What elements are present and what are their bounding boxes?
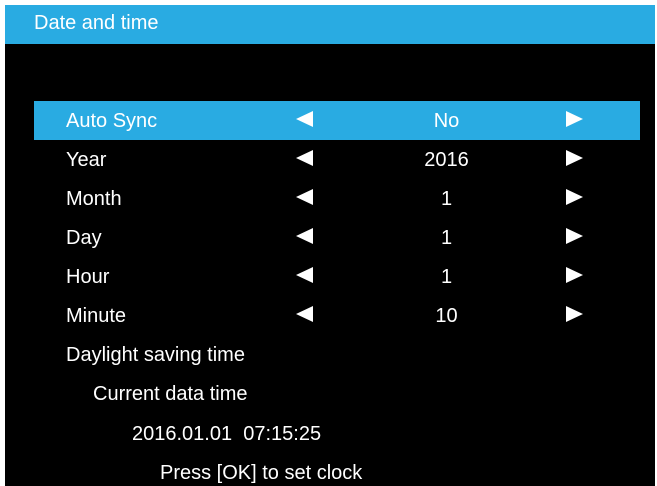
menu-row-year[interactable]: Year 2016: [34, 140, 640, 179]
menu-row-value: 1: [440, 227, 453, 249]
menu-row-month[interactable]: Month 1: [34, 179, 640, 218]
menu-row-label: Daylight saving time: [66, 344, 245, 366]
right-triangle-icon[interactable]: [566, 189, 583, 205]
menu-row-value: 1: [440, 188, 453, 210]
menu-row-daylight-saving[interactable]: Daylight saving time: [34, 335, 640, 374]
current-time-label: Current data time: [93, 383, 248, 405]
left-triangle-icon[interactable]: [296, 189, 313, 205]
set-clock-hint: Press [OK] to set clock: [160, 462, 363, 484]
left-triangle-icon[interactable]: [296, 150, 313, 166]
current-datetime-value: 2016.01.01 07:15:25: [132, 423, 322, 445]
menu-row-hour[interactable]: Hour 1: [34, 257, 640, 296]
menu-row-value: 1: [440, 266, 453, 288]
right-triangle-icon[interactable]: [566, 111, 583, 127]
left-triangle-icon[interactable]: [296, 228, 313, 244]
right-triangle-icon[interactable]: [566, 306, 583, 322]
menu-row-auto-sync[interactable]: Auto Sync No: [34, 101, 640, 140]
menu-row-day[interactable]: Day 1: [34, 218, 640, 257]
menu-row-label: Auto Sync: [66, 110, 158, 132]
right-triangle-icon[interactable]: [566, 150, 583, 166]
right-triangle-icon[interactable]: [566, 228, 583, 244]
menu-row-label: Day: [66, 227, 102, 249]
menu-row-label: Year: [66, 149, 107, 171]
date-time-osd-panel: Date and time Auto Sync No Year 2016 Mon…: [5, 5, 655, 486]
menu-row-minute[interactable]: Minute 10: [34, 296, 640, 335]
right-triangle-icon[interactable]: [566, 267, 583, 283]
left-triangle-icon[interactable]: [296, 267, 313, 283]
menu-row-value: 2016: [424, 149, 469, 171]
left-triangle-icon[interactable]: [296, 111, 313, 127]
menu-row-value: No: [433, 110, 460, 132]
menu-row-label: Hour: [66, 266, 110, 288]
menu-row-label: Minute: [66, 305, 127, 327]
title-bar: Date and time: [5, 5, 655, 44]
page-title: Date and time: [34, 12, 159, 34]
menu-row-label: Month: [66, 188, 122, 210]
menu-row-value: 10: [435, 305, 458, 327]
left-triangle-icon[interactable]: [296, 306, 313, 322]
